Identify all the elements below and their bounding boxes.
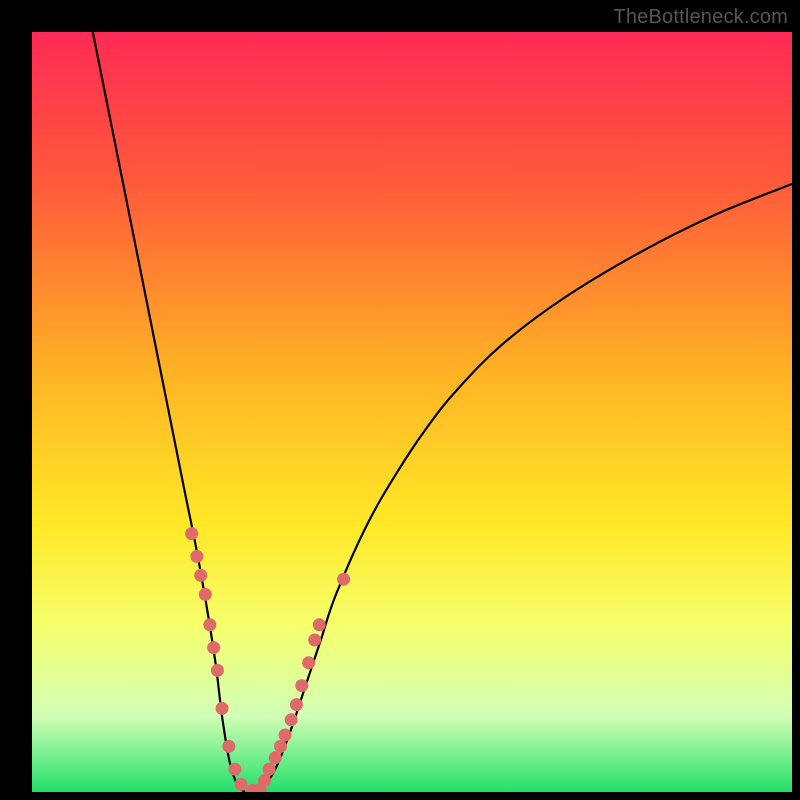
data-point: [295, 679, 308, 692]
data-point: [222, 740, 235, 753]
data-point: [263, 763, 276, 776]
data-point: [285, 713, 298, 726]
data-point: [313, 618, 326, 631]
data-point: [290, 698, 303, 711]
data-point: [235, 778, 248, 791]
data-point: [228, 763, 241, 776]
plot-area: [32, 32, 792, 792]
data-point: [302, 656, 315, 669]
data-point: [337, 573, 350, 586]
data-point: [279, 729, 292, 742]
data-point: [185, 527, 198, 540]
data-point: [269, 751, 282, 764]
data-point: [274, 740, 287, 753]
data-point: [203, 618, 216, 631]
data-point: [216, 702, 229, 715]
chart-canvas: [32, 32, 792, 792]
outer-black-frame: TheBottleneck.com: [0, 0, 800, 800]
data-point: [190, 550, 203, 563]
data-point: [207, 641, 220, 654]
data-point: [308, 634, 321, 647]
data-point: [258, 774, 271, 787]
data-point: [199, 588, 212, 601]
watermark-text: TheBottleneck.com: [613, 6, 788, 29]
data-point: [194, 569, 207, 582]
gradient-background: [32, 32, 792, 792]
data-point: [211, 664, 224, 677]
